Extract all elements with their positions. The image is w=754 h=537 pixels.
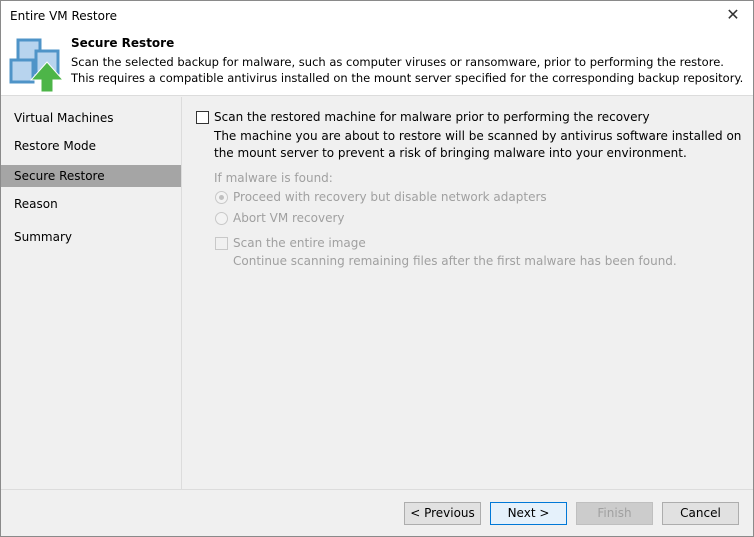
scan-malware-label[interactable]: Scan the restored machine for malware pr… — [214, 110, 650, 124]
entire-image-description: Continue scanning remaining files after … — [233, 254, 677, 268]
proceed-label[interactable]: Proceed with recovery but disable networ… — [233, 190, 547, 204]
secure-restore-panel: Scan the restored machine for malware pr… — [181, 97, 753, 489]
finish-button[interactable]: Finish — [576, 502, 653, 525]
header-title: Secure Restore — [71, 36, 175, 50]
abort-radio[interactable] — [215, 212, 228, 225]
entire-image-label[interactable]: Scan the entire image — [233, 236, 366, 250]
restore-vm-icon — [9, 38, 65, 93]
step-restore-mode[interactable]: Restore Mode — [1, 130, 181, 163]
step-secure-restore[interactable]: Secure Restore — [1, 165, 181, 187]
step-reason[interactable]: Reason — [1, 193, 181, 215]
step-summary[interactable]: Summary — [1, 226, 181, 248]
wizard-header: Secure Restore Scan the selected backup … — [1, 32, 753, 96]
entire-image-checkbox[interactable] — [215, 237, 228, 250]
wizard-footer: < Previous Next > Finish Cancel — [1, 489, 753, 536]
scan-description: The machine you are about to restore wil… — [214, 129, 742, 160]
header-description: Scan the selected backup for malware, su… — [71, 55, 744, 85]
close-icon[interactable]: ✕ — [721, 5, 745, 24]
step-virtual-machines[interactable]: Virtual Machines — [1, 97, 181, 134]
window-title: Entire VM Restore — [10, 9, 118, 23]
cancel-button[interactable]: Cancel — [662, 502, 739, 525]
next-button[interactable]: Next > — [490, 502, 567, 525]
proceed-radio[interactable] — [215, 191, 228, 204]
title-bar: Entire VM Restore ✕ — [1, 1, 753, 32]
previous-button[interactable]: < Previous — [404, 502, 481, 525]
wizard-steps: Virtual Machines Restore Mode Secure Res… — [1, 97, 181, 489]
scan-malware-checkbox[interactable] — [196, 111, 209, 124]
abort-label[interactable]: Abort VM recovery — [233, 211, 345, 225]
wizard-window: Entire VM Restore ✕ Secure Restore Scan … — [0, 0, 754, 537]
if-found-label: If malware is found: — [214, 171, 333, 185]
